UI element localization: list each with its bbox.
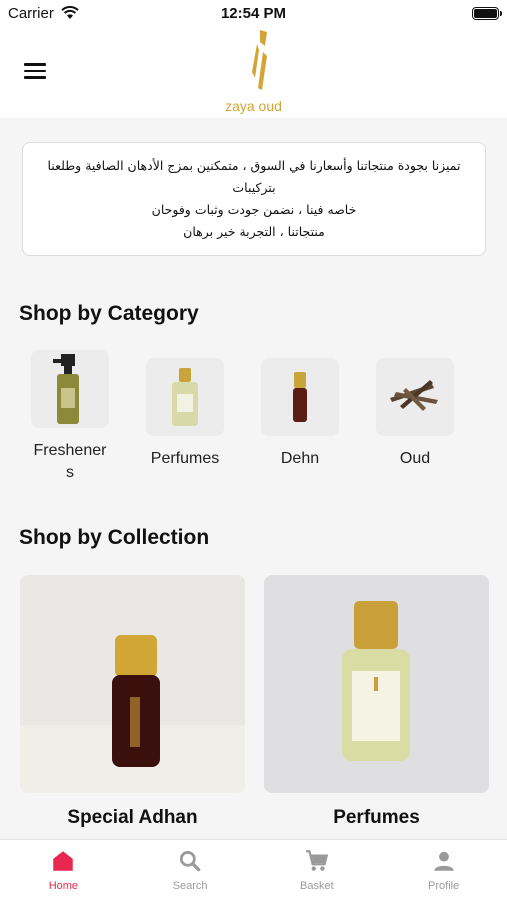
perfumes-collection-image bbox=[264, 575, 489, 793]
tab-label: Home bbox=[48, 880, 79, 892]
category-label: Freshener s bbox=[16, 440, 124, 484]
category-dehn[interactable]: Dehn bbox=[246, 358, 354, 470]
cart-icon bbox=[306, 850, 329, 871]
perfume-bottle-image bbox=[146, 358, 224, 436]
app-header: zaya oud bbox=[0, 28, 507, 118]
intro-card: تميزنا بجودة منتجاتنا وأسعارنا في السوق … bbox=[22, 142, 486, 256]
status-bar: Carrier 12:54 PM bbox=[0, 0, 507, 28]
category-oud[interactable]: Oud bbox=[361, 358, 469, 470]
shop-by-collection-title: Shop by Collection bbox=[19, 526, 210, 549]
oud-wood-image bbox=[376, 358, 454, 436]
tab-basket[interactable]: Basket bbox=[254, 840, 381, 900]
shop-by-category-title: Shop by Category bbox=[19, 302, 199, 325]
category-label: Dehn bbox=[280, 450, 320, 467]
intro-text: تميزنا بجودة منتجاتنا وأسعارنا في السوق … bbox=[25, 155, 483, 243]
category-label-line: Freshener bbox=[33, 442, 107, 459]
tab-profile[interactable]: Profile bbox=[380, 840, 507, 900]
category-label-line: s bbox=[66, 464, 74, 481]
tab-home[interactable]: Home bbox=[0, 840, 127, 900]
collection-label: Perfumes bbox=[333, 807, 420, 828]
hamburger-menu-icon[interactable] bbox=[24, 63, 46, 79]
bottom-tab-bar: Home Search Basket Profile bbox=[0, 839, 507, 900]
collection-special-adhan[interactable]: Special Adhan bbox=[20, 575, 245, 829]
collection-label: Special Adhan bbox=[67, 807, 198, 828]
category-fresheners[interactable]: Freshener s bbox=[16, 350, 124, 484]
intro-text-line: منتجاتنا ، التجربة خير برهان bbox=[183, 224, 325, 239]
tab-label: Profile bbox=[428, 880, 460, 892]
dehn-vial-image bbox=[261, 358, 339, 436]
home-icon bbox=[53, 851, 74, 871]
collection-perfumes[interactable]: Perfumes bbox=[264, 575, 489, 829]
search-icon bbox=[180, 850, 201, 872]
tab-search[interactable]: Search bbox=[127, 840, 254, 900]
tab-label: Basket bbox=[300, 880, 334, 892]
brand-name: zaya oud bbox=[225, 98, 282, 114]
intro-text-line: خاصه فينا ، نضمن جودت وثبات وفوحان bbox=[151, 202, 357, 217]
category-perfumes[interactable]: Perfumes bbox=[131, 358, 239, 470]
clock: 12:54 PM bbox=[220, 5, 287, 22]
zaya-oud-logo-icon bbox=[252, 30, 267, 90]
spray-bottle-image bbox=[31, 350, 109, 428]
tab-label: Search bbox=[172, 880, 208, 892]
category-label: Oud bbox=[399, 450, 431, 467]
intro-text-line: تميزنا بجودة منتجاتنا وأسعارنا في السوق … bbox=[47, 158, 461, 195]
battery-icon bbox=[472, 7, 502, 20]
profile-icon bbox=[433, 851, 454, 871]
category-label: Perfumes bbox=[150, 450, 220, 467]
special-adhan-image bbox=[20, 575, 245, 793]
